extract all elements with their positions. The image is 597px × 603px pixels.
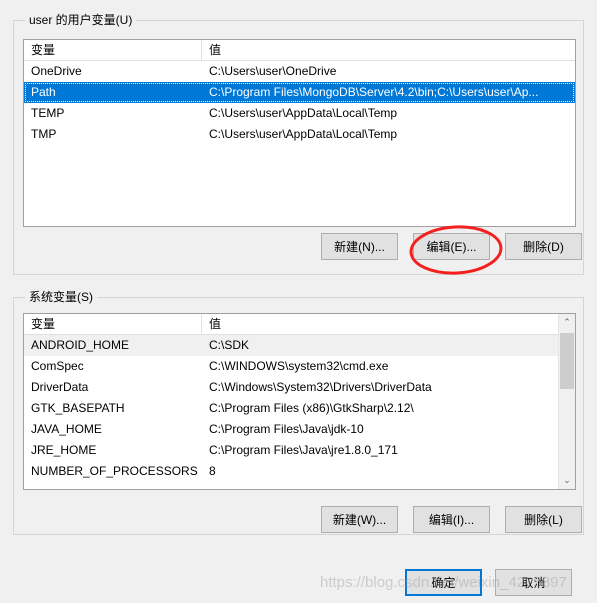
system-variable-value: C:\Windows\System32\Drivers\DriverData [209, 380, 432, 394]
user-variable-value: C:\Program Files\MongoDB\Server\4.2\bin;… [209, 85, 539, 99]
system-variable-value: C:\Program Files\Java\jdk-10 [209, 422, 364, 436]
new-user-variable-button[interactable]: 新建(N)... [321, 233, 398, 260]
user-column-header-value[interactable]: 值 [202, 40, 575, 60]
user-list-header: 变量 值 [24, 40, 575, 61]
scrollbar-thumb[interactable] [560, 333, 574, 389]
system-variables-list[interactable]: 变量 值 ANDROID_HOME C:\SDK ComSpec C:\WIND… [23, 313, 576, 490]
system-variable-value: 8 [209, 464, 216, 478]
user-variables-group-label: user 的用户变量(U) [25, 13, 137, 27]
user-variables-list[interactable]: 变量 值 OneDrive C:\Users\user\OneDrive Pat… [23, 39, 576, 227]
edit-system-variable-button[interactable]: 编辑(I)... [413, 506, 490, 533]
scroll-down-arrow-icon[interactable]: ⌄ [559, 472, 575, 489]
system-list-body: ANDROID_HOME C:\SDK ComSpec C:\WINDOWS\s… [24, 335, 575, 482]
table-row[interactable]: TMP C:\Users\user\AppData\Local\Temp [24, 124, 575, 145]
user-list-body: OneDrive C:\Users\user\OneDrive Path C:\… [24, 61, 575, 145]
system-variable-value: C:\WINDOWS\system32\cmd.exe [209, 359, 389, 373]
system-list-scrollbar[interactable]: ⌃ ⌄ [558, 314, 575, 489]
system-variable-value: C:\Program Files (x86)\GtkSharp\2.12\ [209, 401, 414, 415]
system-variable-name: NUMBER_OF_PROCESSORS [31, 464, 198, 478]
table-row[interactable]: TEMP C:\Users\user\AppData\Local\Temp [24, 103, 575, 124]
edit-user-variable-button[interactable]: 编辑(E)... [413, 233, 490, 260]
new-system-variable-button[interactable]: 新建(W)... [321, 506, 398, 533]
table-row[interactable]: GTK_BASEPATH C:\Program Files (x86)\GtkS… [24, 398, 575, 419]
table-row[interactable]: NUMBER_OF_PROCESSORS 8 [24, 461, 575, 482]
system-variables-group: 系统变量(S) 变量 值 ANDROID_HOME C:\SDK ComSpec… [13, 290, 584, 535]
scroll-up-arrow-icon[interactable]: ⌃ [559, 314, 575, 331]
table-row[interactable]: OneDrive C:\Users\user\OneDrive [24, 61, 575, 82]
user-variable-name: TEMP [31, 106, 65, 120]
user-variable-value: C:\Users\user\AppData\Local\Temp [209, 106, 398, 120]
user-variables-group: user 的用户变量(U) 变量 值 OneDrive C:\Users\use… [13, 13, 584, 275]
table-row[interactable]: ANDROID_HOME C:\SDK [24, 335, 575, 356]
user-column-header-variable[interactable]: 变量 [24, 40, 202, 60]
user-variable-value: C:\Users\user\OneDrive [209, 64, 337, 78]
system-variable-name: DriverData [31, 380, 89, 394]
system-variable-name: GTK_BASEPATH [31, 401, 125, 415]
system-variable-name: JAVA_HOME [31, 422, 102, 436]
user-variable-name: TMP [31, 127, 57, 141]
table-row[interactable]: DriverData C:\Windows\System32\Drivers\D… [24, 377, 575, 398]
user-variable-name: OneDrive [31, 64, 82, 78]
system-variable-value: C:\Program Files\Java\jre1.8.0_171 [209, 443, 398, 457]
table-row[interactable]: Path C:\Program Files\MongoDB\Server\4.2… [24, 82, 575, 103]
system-variable-name: JRE_HOME [31, 443, 97, 457]
system-column-header-value[interactable]: 值 [202, 314, 575, 334]
system-variable-value: C:\SDK [209, 338, 250, 352]
system-variable-name: ANDROID_HOME [31, 338, 130, 352]
delete-user-variable-button[interactable]: 删除(D) [505, 233, 582, 260]
system-list-header: 变量 值 [24, 314, 575, 335]
user-variable-value: C:\Users\user\AppData\Local\Temp [209, 127, 398, 141]
table-row[interactable]: JRE_HOME C:\Program Files\Java\jre1.8.0_… [24, 440, 575, 461]
system-column-header-variable[interactable]: 变量 [24, 314, 202, 334]
delete-system-variable-button[interactable]: 删除(L) [505, 506, 582, 533]
cancel-button[interactable]: 取消 [495, 569, 572, 596]
table-row[interactable]: ComSpec C:\WINDOWS\system32\cmd.exe [24, 356, 575, 377]
system-variable-name: ComSpec [31, 359, 84, 373]
table-row[interactable]: JAVA_HOME C:\Program Files\Java\jdk-10 [24, 419, 575, 440]
user-variable-name: Path [31, 85, 56, 99]
ok-button[interactable]: 确定 [405, 569, 482, 596]
system-variables-group-label: 系统变量(S) [25, 290, 97, 304]
